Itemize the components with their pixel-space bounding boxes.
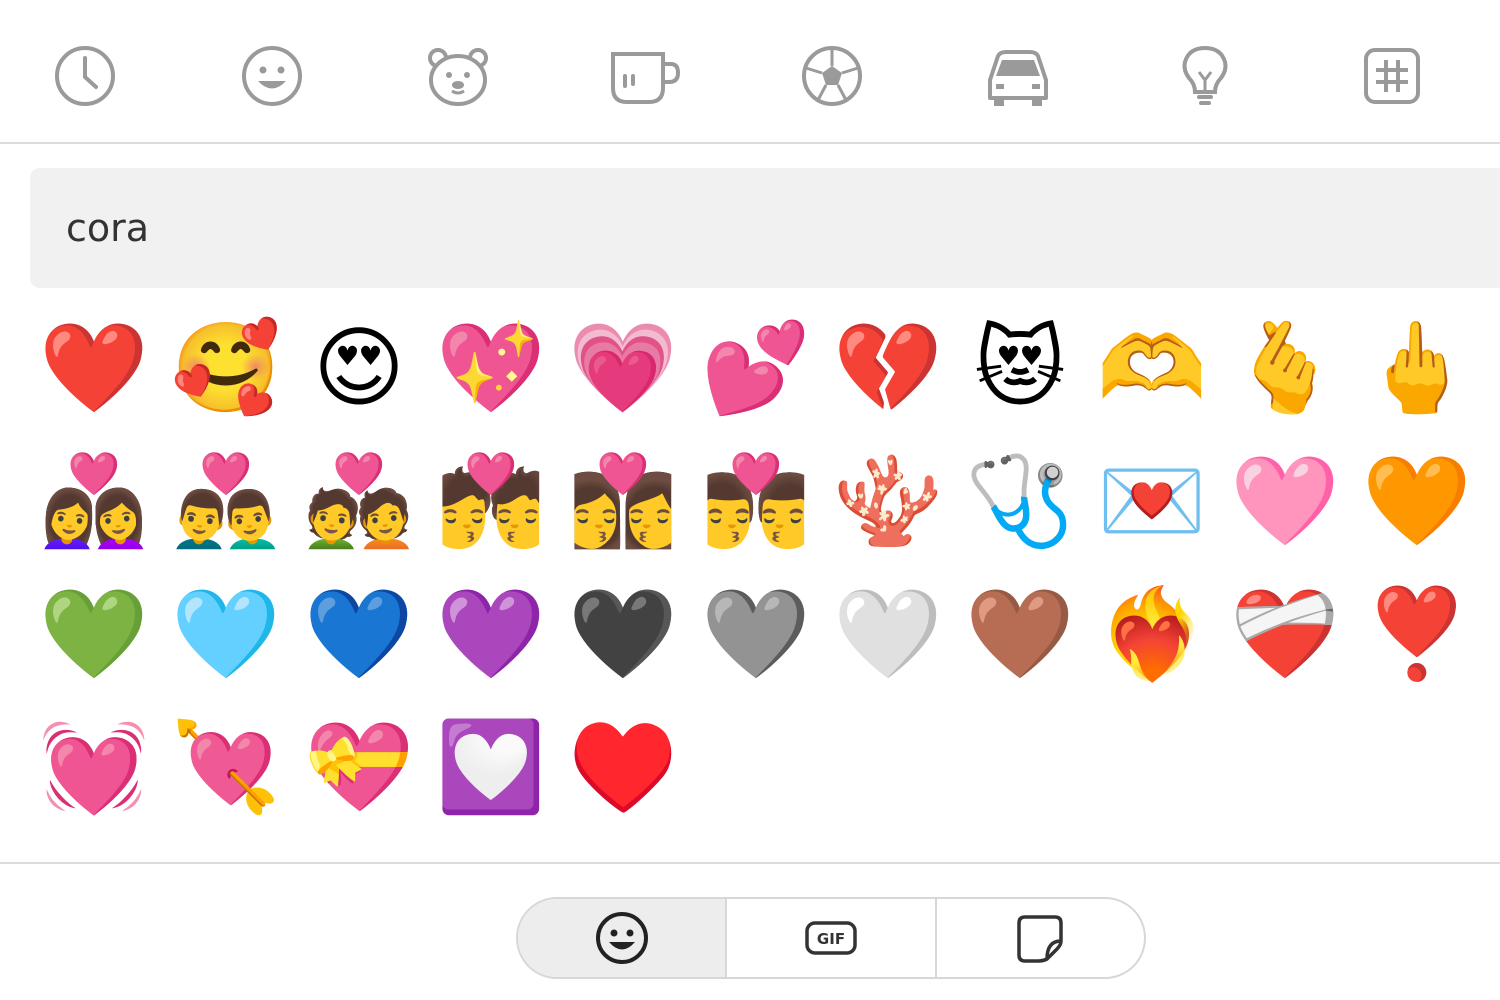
emoji-result[interactable]: 🫰 — [1230, 313, 1340, 423]
soccer-ball-icon[interactable] — [796, 40, 868, 112]
emoji-result[interactable]: 💚 — [39, 579, 149, 689]
hashtag-icon[interactable] — [1356, 40, 1428, 112]
tab-emoji[interactable] — [518, 899, 728, 977]
emoji-result[interactable]: 👩‍❤️‍💋‍👩 — [568, 446, 678, 556]
emoji-result[interactable]: 💑 — [304, 446, 414, 556]
emoji-result[interactable]: 🥰 — [171, 313, 281, 423]
emoji-result[interactable]: ♥️ — [568, 712, 678, 822]
top-divider — [0, 142, 1500, 144]
emoji-result[interactable]: 💌 — [1097, 446, 1207, 556]
emoji-result[interactable]: 🖤 — [568, 579, 678, 689]
emoji-search-box[interactable] — [30, 168, 1500, 288]
emoji-category-bar — [0, 0, 1500, 143]
emoji-result[interactable]: ❤️‍🩹 — [1230, 579, 1340, 689]
emoji-result[interactable]: 🫶 — [1097, 313, 1207, 423]
emoji-result[interactable]: 💗 — [568, 313, 678, 423]
emoji-result[interactable]: 💜 — [436, 579, 546, 689]
car-icon[interactable] — [982, 40, 1054, 112]
emoji-result[interactable]: 💖 — [436, 313, 546, 423]
emoji-result[interactable]: 🩺 — [965, 446, 1075, 556]
emoji-result[interactable]: 👨‍❤️‍👨 — [171, 446, 281, 556]
emoji-result[interactable]: 🩷 — [1230, 446, 1340, 556]
emoji-results-grid: ❤️ 🥰 😍 💖 💗 💕 💔 😻 🫶 🫰 🖕 👩‍❤️‍👩 👨‍❤️‍👨 💑 💏 👩‍❤️‍💋‍👩 👨‍❤️‍💋… — [30, 305, 1472, 850]
emoji-result[interactable]: 😻 — [965, 313, 1075, 423]
emoji-result[interactable]: 💔 — [833, 313, 943, 423]
tab-gif[interactable]: GIF — [727, 899, 937, 977]
sticker-icon — [1017, 915, 1064, 963]
bottom-divider — [0, 862, 1500, 864]
emoji-result[interactable]: 💘 — [171, 712, 281, 822]
emoji-result[interactable]: ❤️‍🔥 — [1097, 579, 1207, 689]
panel-switcher: GIF — [516, 897, 1146, 979]
emoji-result[interactable]: 🩵 — [171, 579, 281, 689]
emoji-result[interactable]: 😍 — [304, 313, 414, 423]
gif-label: GIF — [817, 930, 845, 948]
emoji-result[interactable]: ❣️ — [1362, 579, 1472, 689]
clock-icon[interactable] — [49, 40, 121, 112]
emoji-result[interactable]: 💙 — [304, 579, 414, 689]
emoji-result[interactable]: 🖕 — [1362, 313, 1472, 423]
emoji-result[interactable]: 💕 — [701, 313, 811, 423]
emoji-result[interactable]: 🤎 — [965, 579, 1075, 689]
cup-icon[interactable] — [609, 40, 681, 112]
emoji-result[interactable]: 💝 — [304, 712, 414, 822]
emoji-result[interactable]: 🪸 — [833, 446, 943, 556]
emoji-result[interactable]: ❤️ — [39, 313, 149, 423]
smiley-icon — [595, 912, 648, 964]
emoji-result[interactable]: 👨‍❤️‍💋‍👨 — [701, 446, 811, 556]
bear-icon[interactable] — [422, 40, 494, 112]
tab-sticker[interactable] — [937, 899, 1144, 977]
emoji-result[interactable]: 🧡 — [1362, 446, 1472, 556]
smiley-icon[interactable] — [236, 40, 308, 112]
emoji-result[interactable]: 🩶 — [701, 579, 811, 689]
emoji-result[interactable]: 💟 — [436, 712, 546, 822]
gif-icon: GIF — [805, 921, 857, 955]
emoji-result[interactable]: 🤍 — [833, 579, 943, 689]
emoji-result[interactable]: 💓 — [39, 712, 149, 822]
emoji-result[interactable]: 💏 — [436, 446, 546, 556]
search-input[interactable] — [64, 205, 1500, 251]
lightbulb-icon[interactable] — [1169, 40, 1241, 112]
emoji-result[interactable]: 👩‍❤️‍👩 — [39, 446, 149, 556]
